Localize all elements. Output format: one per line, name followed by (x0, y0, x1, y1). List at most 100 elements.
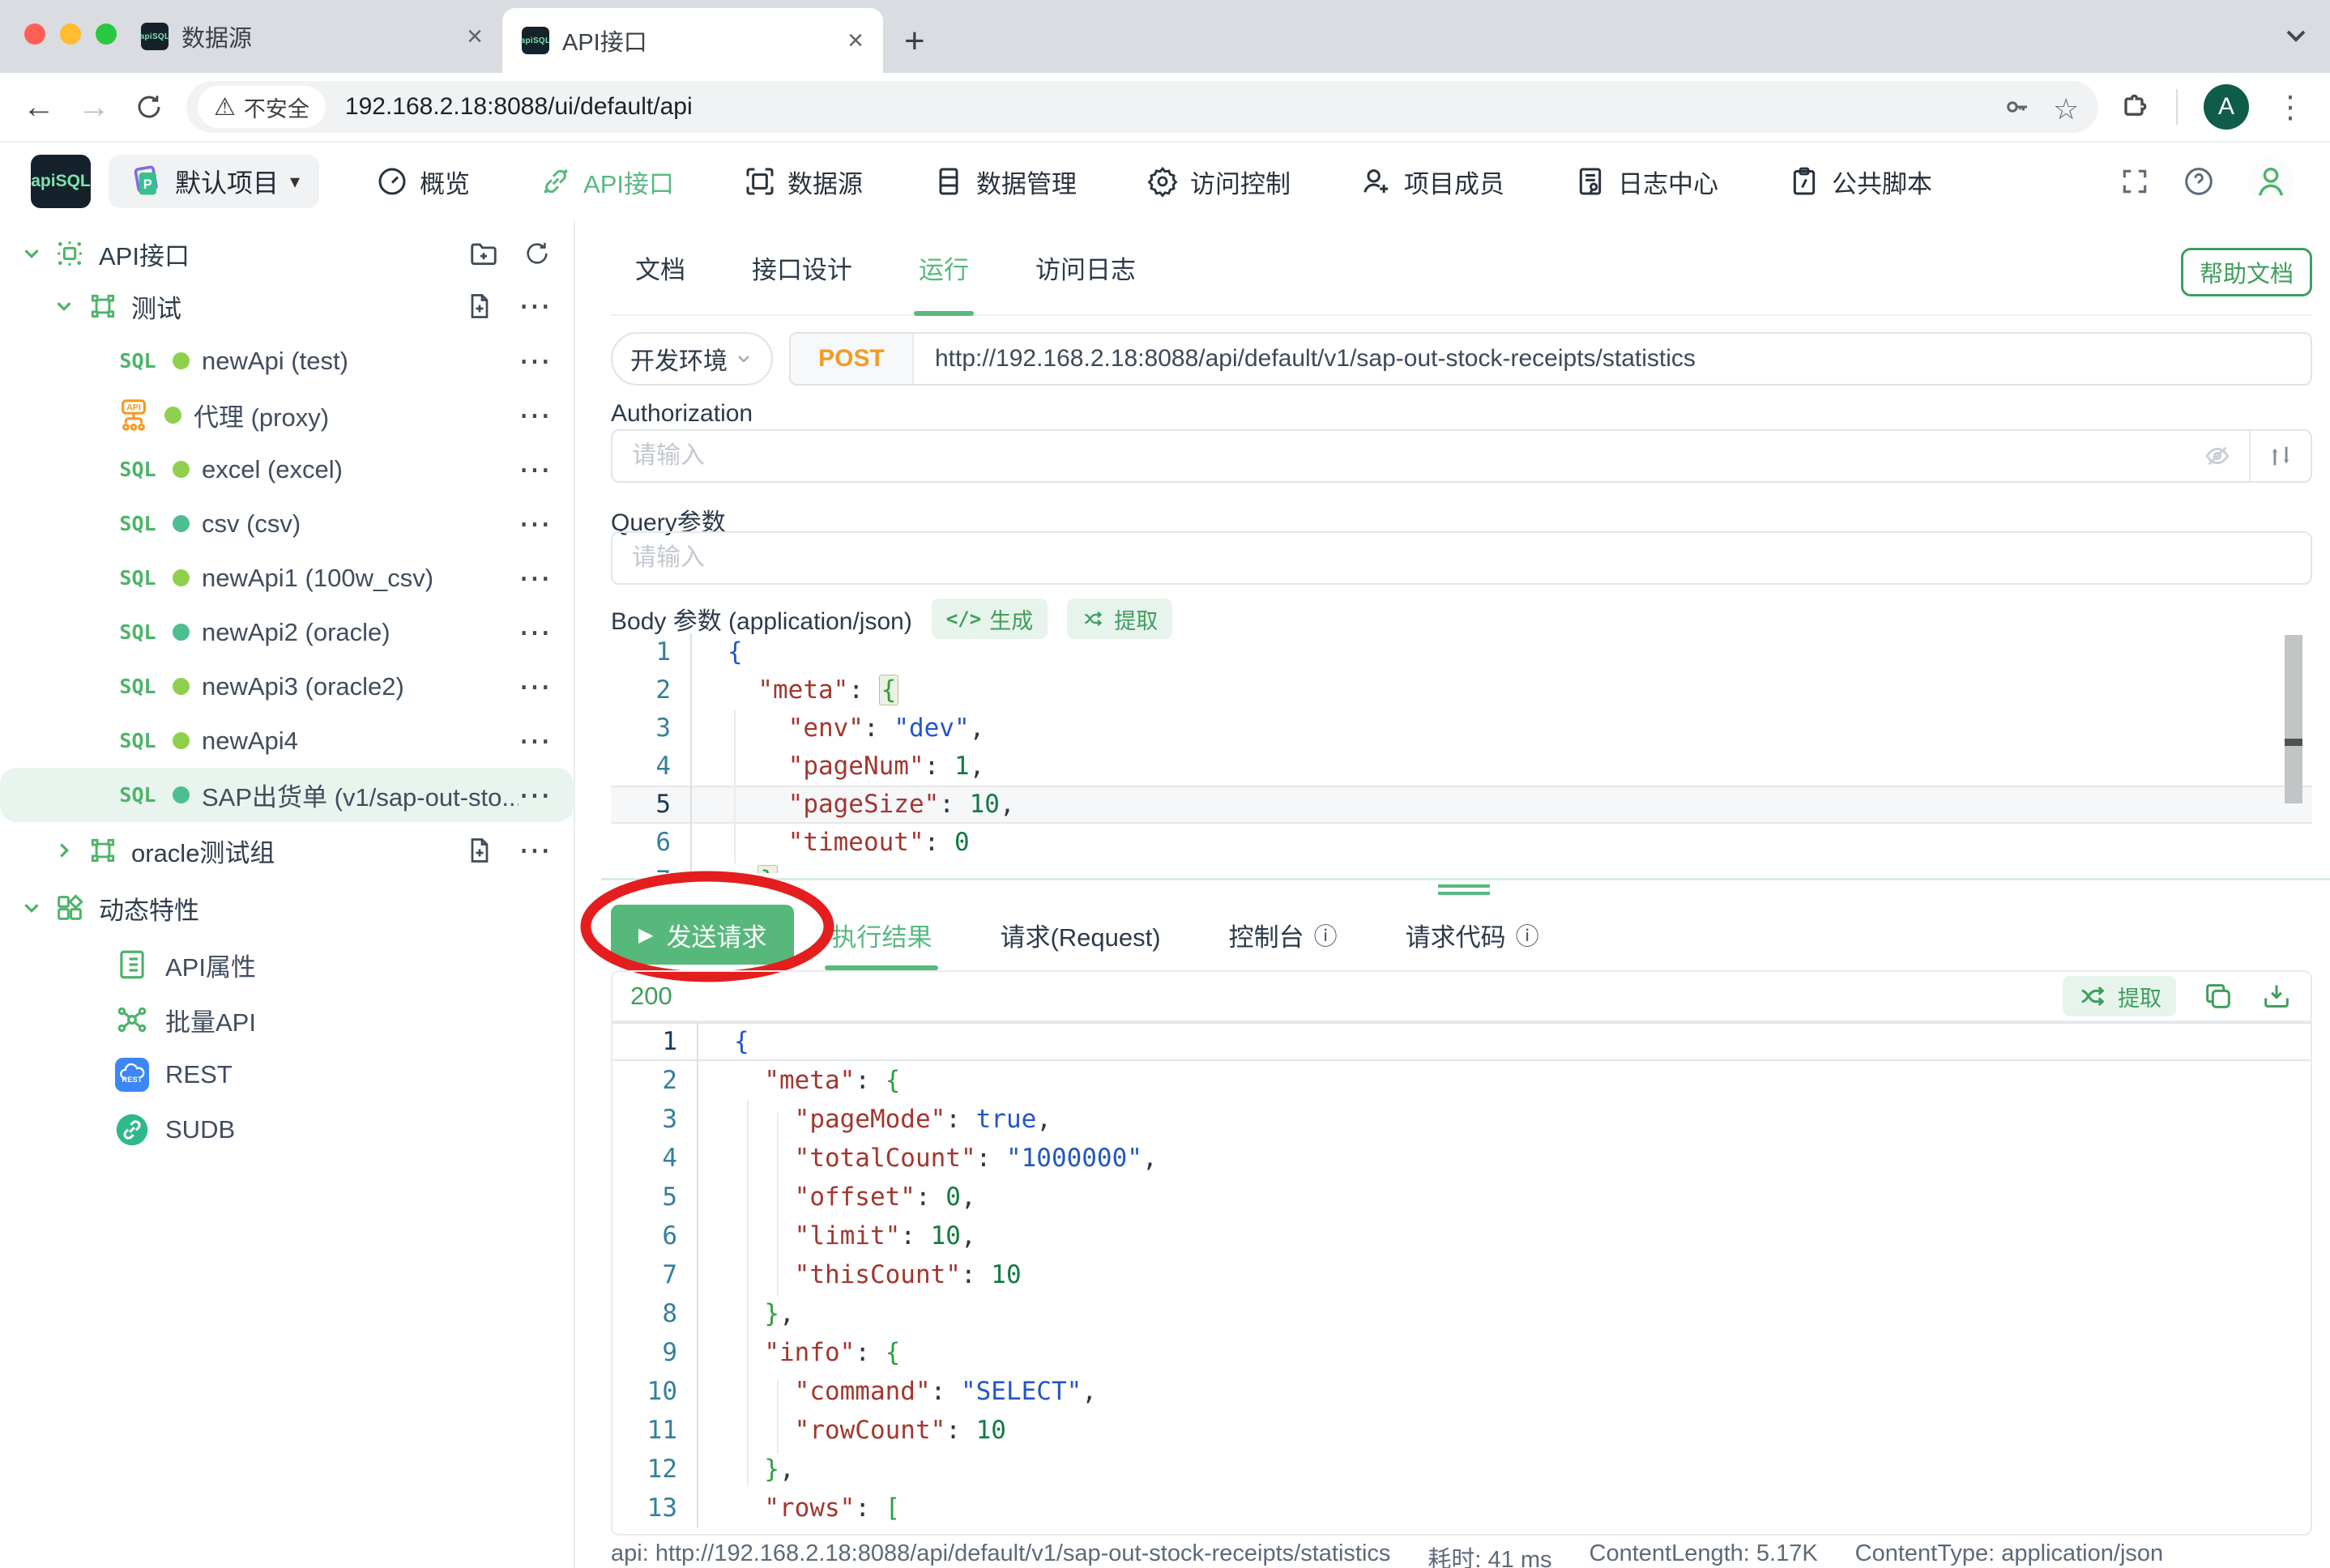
ellipsis-icon[interactable]: ⋯ (518, 345, 551, 377)
project-selector[interactable]: P 默认项目 ▾ (109, 155, 319, 208)
resize-handle[interactable] (1438, 884, 1490, 888)
tree-row-actions: ⋯ (518, 779, 551, 812)
dynamic-item[interactable]: API属性 (0, 937, 574, 992)
nav-item-scripts[interactable]: 公共脚本 (1788, 164, 1932, 200)
copy-icon[interactable] (2202, 980, 2234, 1012)
result-tab-label: 请求(Request) (1000, 917, 1160, 953)
download-icon[interactable] (2260, 980, 2293, 1012)
ellipsis-icon[interactable]: ⋯ (518, 290, 551, 322)
maximize-window-button[interactable] (96, 23, 117, 45)
bookmark-star-icon[interactable]: ☆ (2053, 92, 2082, 121)
nav-item-api[interactable]: API接口 (540, 164, 674, 200)
nav-item-logs[interactable]: 日志中心 (1574, 164, 1718, 200)
nav-item-access[interactable]: 访问控制 (1146, 164, 1291, 200)
tab-文档[interactable]: 文档 (635, 220, 685, 314)
tab-search-chevron-icon[interactable] (2280, 19, 2312, 52)
security-badge[interactable]: ⚠ 不安全 (198, 86, 326, 128)
new-tab-button[interactable]: + (904, 21, 925, 62)
forward-icon[interactable]: → (78, 89, 110, 126)
sliders-icon[interactable] (2267, 442, 2294, 470)
api-item[interactable]: SQLnewApi (test)⋯ (0, 334, 574, 388)
tab-运行[interactable]: 运行 (919, 220, 969, 314)
fullscreen-icon[interactable] (2119, 166, 2150, 197)
sql-icon: SQL (115, 675, 160, 698)
ellipsis-icon[interactable]: ⋯ (518, 454, 551, 486)
response-json-viewer[interactable]: 1{2 "meta": {3 "pageMode": true,4 "total… (612, 1020, 2311, 1534)
api-item[interactable]: SQLcsv (csv)⋯ (0, 496, 574, 551)
api-item[interactable]: SQLnewApi1 (100w_csv)⋯ (0, 551, 574, 605)
body-json-editor[interactable]: 1{2 "meta": {3 "env": "dev",4 "pageNum":… (611, 633, 2312, 873)
browser-tab-api[interactable]: apiSQL API接口 × (502, 8, 883, 73)
folder-plus-icon[interactable] (468, 238, 499, 269)
result-tab-请求(Request)[interactable]: 请求(Request) (1000, 897, 1160, 972)
sidebar-group-oracle[interactable]: oracle测试组⋯ (0, 822, 574, 879)
close-tab-icon[interactable]: × (467, 21, 483, 53)
query-params-input[interactable] (612, 543, 2311, 573)
tree-row-actions: ⋯ (465, 290, 551, 322)
dynamic-item[interactable]: 批量API (0, 992, 574, 1047)
authorization-input[interactable] (612, 441, 2202, 471)
nav-item-overview[interactable]: 概览 (376, 164, 470, 200)
url-text[interactable]: 192.168.2.18:8088/ui/default/api (345, 93, 2003, 121)
file-plus-icon[interactable] (465, 292, 494, 321)
environment-select[interactable]: 开发环境 (611, 332, 773, 386)
back-icon[interactable]: ← (23, 89, 55, 126)
api-item[interactable]: SQLnewApi3 (oracle2)⋯ (0, 659, 574, 714)
nav-item-datasource[interactable]: 数据源 (744, 164, 863, 200)
browser-profile-avatar[interactable]: A (2204, 84, 2249, 130)
sidebar-group-test[interactable]: 测试⋯ (0, 279, 574, 334)
eye-off-icon[interactable] (2202, 441, 2233, 471)
browser-tab-datasource[interactable]: apiSQL 数据源 × (122, 0, 502, 73)
result-tab-控制台[interactable]: 控制台ⓘ (1229, 897, 1338, 972)
nav-item-members[interactable]: 项目成员 (1360, 164, 1504, 200)
refresh-icon[interactable] (523, 240, 551, 267)
close-window-button[interactable] (24, 23, 45, 45)
result-tab-请求代码[interactable]: 请求代码ⓘ (1406, 897, 1539, 972)
response-extract-button[interactable]: 提取 (2063, 976, 2176, 1016)
editor-scrollbar-handle[interactable] (2285, 739, 2302, 746)
minimize-window-button[interactable] (60, 23, 81, 45)
file-plus-icon[interactable] (465, 836, 494, 865)
ellipsis-icon[interactable]: ⋯ (518, 671, 551, 703)
ellipsis-icon[interactable]: ⋯ (518, 399, 551, 432)
ellipsis-icon[interactable]: ⋯ (518, 834, 551, 867)
extensions-puzzle-icon[interactable] (2118, 91, 2150, 123)
sidebar-root-dynamic[interactable]: 动态特性 (0, 879, 574, 937)
ellipsis-icon[interactable]: ⋯ (518, 779, 551, 812)
code-text: "limit": 10, (698, 1216, 976, 1255)
resize-handle[interactable] (1438, 892, 1490, 895)
ellipsis-icon[interactable]: ⋯ (518, 508, 551, 540)
request-url[interactable]: http://192.168.2.18:8088/api/default/v1/… (914, 334, 2311, 384)
api-item[interactable]: SQLnewApi4⋯ (0, 714, 574, 768)
editor-scrollbar[interactable] (2285, 635, 2302, 803)
line-number: 1 (611, 633, 692, 671)
result-tab-执行结果[interactable]: 执行结果 (831, 897, 932, 972)
tab-访问日志[interactable]: 访问日志 (1035, 220, 1136, 314)
main-tab-bar: 文档接口设计运行访问日志 (611, 220, 2312, 316)
api-item[interactable]: SQLexcel (excel)⋯ (0, 442, 574, 496)
tab-接口设计[interactable]: 接口设计 (752, 220, 852, 314)
api-item[interactable]: SQLnewApi2 (oracle)⋯ (0, 605, 574, 659)
nav-item-datamanage[interactable]: 数据管理 (932, 164, 1077, 200)
nav-item-label: 项目成员 (1404, 164, 1504, 200)
close-tab-icon[interactable]: × (847, 25, 864, 57)
ellipsis-icon[interactable]: ⋯ (518, 725, 551, 757)
browser-menu-icon[interactable]: ⋮ (2275, 89, 2306, 126)
user-avatar[interactable] (2247, 158, 2294, 205)
dynamic-item-label: 批量API (165, 1002, 256, 1038)
sql-icon: SQL (115, 512, 160, 535)
dynamic-item[interactable]: SUDB (0, 1102, 574, 1157)
help-doc-button[interactable]: 帮助文档 (2181, 248, 2312, 296)
url-bar[interactable]: ⚠ 不安全 192.168.2.18:8088/ui/default/api ☆ (186, 81, 2098, 133)
ellipsis-icon[interactable]: ⋯ (518, 616, 551, 649)
dynamic-item[interactable]: RESTREST (0, 1047, 574, 1102)
password-key-icon[interactable] (2003, 92, 2032, 121)
api-item[interactable]: SQLSAP出货单 (v1/sap-out-sto...⋯ (0, 768, 574, 822)
send-request-button[interactable]: ▶ 发送请求 (611, 905, 794, 965)
ellipsis-icon[interactable]: ⋯ (518, 562, 551, 594)
help-icon[interactable] (2183, 165, 2215, 198)
sidebar-root-api[interactable]: API接口 (0, 228, 574, 279)
reload-icon[interactable] (134, 92, 164, 121)
api-item[interactable]: API代理 (proxy)⋯ (0, 388, 574, 442)
indent-guide (777, 1113, 779, 1296)
